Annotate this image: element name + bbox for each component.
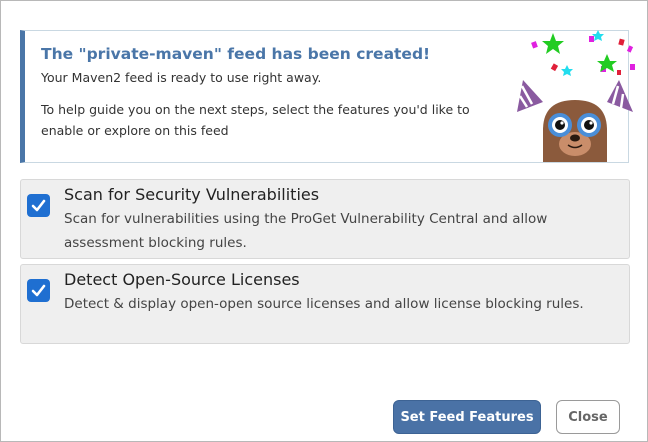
feature-security-vulnerabilities[interactable]: Scan for Security Vulnerabilities Scan f… — [20, 179, 630, 259]
banner-guide-text: To help guide you on the next steps, sel… — [41, 102, 470, 138]
feature-description: Scan for vulnerabilities using the ProGe… — [64, 211, 548, 251]
feature-open-source-licenses[interactable]: Detect Open-Source Licenses Detect & dis… — [20, 264, 630, 344]
banner-title: The "private-maven" feed has been create… — [41, 45, 431, 63]
success-banner: The "private-maven" feed has been create… — [20, 30, 635, 163]
security-vulnerabilities-checkbox[interactable] — [27, 194, 50, 217]
feature-title: Scan for Security Vulnerabilities — [64, 185, 320, 204]
close-button[interactable]: Close — [556, 400, 620, 434]
feature-title: Detect Open-Source Licenses — [64, 270, 300, 289]
banner-subtitle: Your Maven2 feed is ready to use right a… — [41, 70, 322, 85]
feature-description: Detect & display open-open source licens… — [64, 296, 584, 312]
checkmark-icon — [31, 284, 46, 297]
checkmark-icon — [31, 199, 46, 212]
open-source-licenses-checkbox[interactable] — [27, 279, 50, 302]
otter-party-mascot-icon — [517, 30, 635, 162]
set-feed-features-button[interactable]: Set Feed Features — [393, 400, 541, 434]
feed-created-dialog: The "private-maven" feed has been create… — [0, 0, 648, 442]
